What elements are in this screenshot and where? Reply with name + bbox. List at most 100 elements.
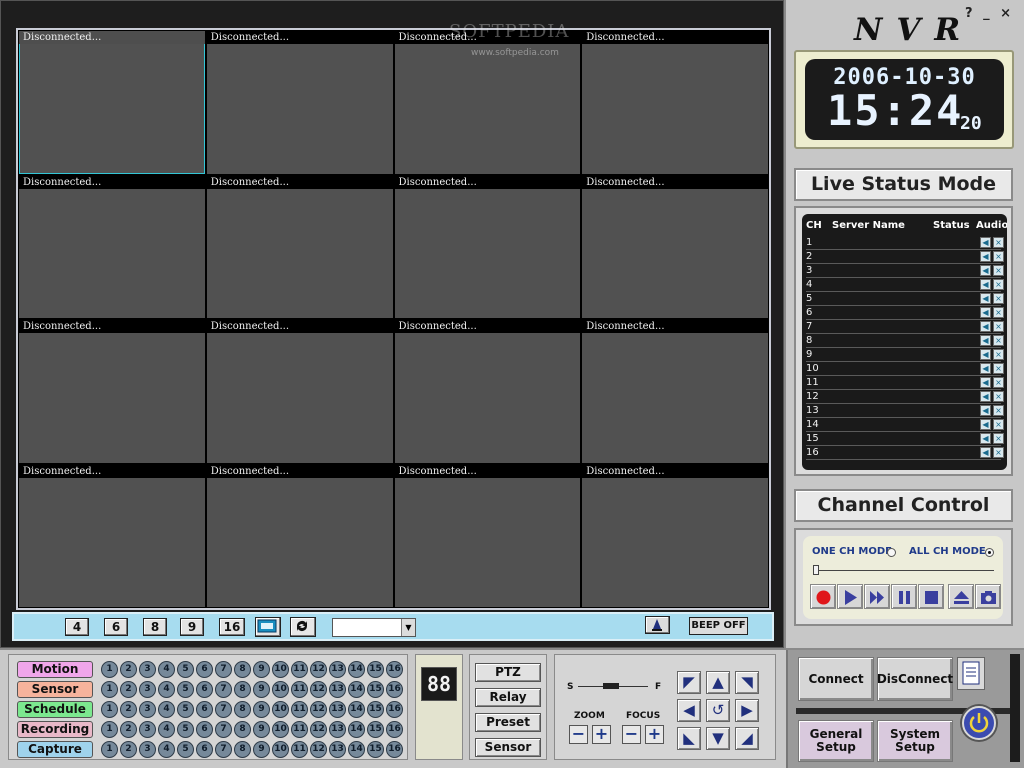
pan-left-button[interactable]: ◀ — [677, 699, 701, 722]
speaker-icon[interactable]: ◀ — [980, 419, 991, 430]
channel-indicator[interactable]: 3 — [139, 681, 156, 698]
pan-up-button[interactable]: ▲ — [706, 671, 730, 694]
channel-indicator[interactable]: 12 — [310, 741, 327, 758]
channel-indicator[interactable]: 1 — [101, 721, 118, 738]
channel-indicator[interactable]: 10 — [272, 661, 289, 678]
focus-near-button[interactable]: − — [622, 725, 641, 744]
channel-indicator[interactable]: 6 — [196, 701, 213, 718]
cycle-button[interactable] — [290, 617, 316, 637]
channel-indicator[interactable]: 8 — [234, 661, 251, 678]
channel-indicator[interactable]: 4 — [158, 701, 175, 718]
channel-indicator[interactable]: 13 — [329, 661, 346, 678]
speaker-icon[interactable]: ◀ — [980, 335, 991, 346]
channel-indicator[interactable]: 8 — [234, 681, 251, 698]
channel-indicator[interactable]: 14 — [348, 681, 365, 698]
split-16-button[interactable]: 16 — [219, 618, 245, 636]
status-row[interactable]: 11 ◀ × — [806, 376, 1004, 390]
video-channel-cell[interactable]: Disconnected... — [582, 464, 768, 607]
channel-indicator[interactable]: 3 — [139, 721, 156, 738]
pan-home-button[interactable]: ↺ — [706, 699, 730, 722]
video-channel-cell[interactable]: Disconnected... — [19, 320, 205, 463]
record-category-recording-button[interactable]: Recording — [17, 721, 93, 738]
channel-indicator[interactable]: 11 — [291, 741, 308, 758]
relay-button[interactable]: Relay — [475, 688, 541, 707]
mute-icon[interactable]: × — [993, 265, 1004, 276]
channel-indicator[interactable]: 16 — [386, 721, 403, 738]
channel-indicator[interactable]: 7 — [215, 661, 232, 678]
video-channel-cell[interactable]: Disconnected... — [206, 320, 393, 463]
status-row[interactable]: 9 ◀ × — [806, 348, 1004, 362]
video-channel-cell[interactable]: Disconnected... — [582, 320, 768, 463]
channel-indicator[interactable]: 7 — [215, 701, 232, 718]
ptz-speed-handle[interactable] — [603, 683, 619, 689]
mute-icon[interactable]: × — [993, 405, 1004, 416]
speaker-icon[interactable]: ◀ — [980, 363, 991, 374]
channel-indicator[interactable]: 14 — [348, 721, 365, 738]
channel-indicator[interactable]: 15 — [367, 661, 384, 678]
channel-indicator[interactable]: 12 — [310, 721, 327, 738]
mute-icon[interactable]: × — [993, 307, 1004, 318]
video-channel-cell[interactable]: Disconnected... — [206, 31, 393, 174]
video-channel-cell[interactable]: Disconnected... — [206, 175, 393, 318]
zoom-out-button[interactable]: − — [569, 725, 588, 744]
preset-button[interactable]: Preset — [475, 713, 541, 732]
channel-indicator[interactable]: 4 — [158, 681, 175, 698]
mute-icon[interactable]: × — [993, 391, 1004, 402]
mute-icon[interactable]: × — [993, 251, 1004, 262]
playback-slider-handle[interactable] — [813, 565, 819, 575]
channel-indicator[interactable]: 1 — [101, 681, 118, 698]
channel-indicator[interactable]: 15 — [367, 701, 384, 718]
video-channel-cell[interactable]: Disconnected... — [394, 31, 581, 174]
status-row[interactable]: 8 ◀ × — [806, 334, 1004, 348]
channel-indicator[interactable]: 5 — [177, 721, 194, 738]
status-row[interactable]: 10 ◀ × — [806, 362, 1004, 376]
channel-indicator[interactable]: 9 — [253, 701, 270, 718]
channel-indicator[interactable]: 9 — [253, 661, 270, 678]
channel-indicator[interactable]: 4 — [158, 661, 175, 678]
record-category-motion-button[interactable]: Motion — [17, 661, 93, 678]
video-channel-cell[interactable]: Disconnected... — [394, 320, 581, 463]
speaker-icon[interactable]: ◀ — [980, 405, 991, 416]
channel-select[interactable]: ▼ — [332, 618, 416, 637]
all-ch-mode-radio[interactable] — [985, 548, 994, 557]
mute-icon[interactable]: × — [993, 321, 1004, 332]
speaker-icon[interactable]: ◀ — [980, 237, 991, 248]
mute-icon[interactable]: × — [993, 377, 1004, 388]
status-row[interactable]: 12 ◀ × — [806, 390, 1004, 404]
channel-indicator[interactable]: 1 — [101, 741, 118, 758]
channel-indicator[interactable]: 16 — [386, 681, 403, 698]
channel-indicator[interactable]: 8 — [234, 701, 251, 718]
status-row[interactable]: 6 ◀ × — [806, 306, 1004, 320]
status-row[interactable]: 2 ◀ × — [806, 250, 1004, 264]
record-category-schedule-button[interactable]: Schedule — [17, 701, 93, 718]
stop-button[interactable] — [918, 584, 944, 609]
zoom-in-button[interactable]: + — [592, 725, 611, 744]
channel-indicator[interactable]: 9 — [253, 741, 270, 758]
mute-icon[interactable]: × — [993, 363, 1004, 374]
channel-indicator[interactable]: 3 — [139, 701, 156, 718]
pan-right-button[interactable]: ▶ — [735, 699, 759, 722]
channel-indicator[interactable]: 14 — [348, 741, 365, 758]
speaker-icon[interactable]: ◀ — [980, 293, 991, 304]
connect-button[interactable]: Connect — [798, 657, 874, 701]
ptz-button[interactable]: PTZ — [475, 663, 541, 682]
chevron-down-icon[interactable]: ▼ — [401, 619, 415, 636]
channel-indicator[interactable]: 7 — [215, 681, 232, 698]
pan-down-button[interactable]: ▼ — [706, 727, 730, 750]
speaker-icon[interactable]: ◀ — [980, 447, 991, 458]
status-row[interactable]: 16 ◀ × — [806, 446, 1004, 460]
channel-indicator[interactable]: 5 — [177, 741, 194, 758]
channel-indicator[interactable]: 2 — [120, 721, 137, 738]
channel-indicator[interactable]: 10 — [272, 681, 289, 698]
channel-indicator[interactable]: 11 — [291, 681, 308, 698]
channel-indicator[interactable]: 16 — [386, 661, 403, 678]
mute-icon[interactable]: × — [993, 433, 1004, 444]
status-row[interactable]: 14 ◀ × — [806, 418, 1004, 432]
speaker-icon[interactable]: ◀ — [980, 279, 991, 290]
status-row[interactable]: 13 ◀ × — [806, 404, 1004, 418]
playback-slider[interactable] — [814, 570, 994, 571]
status-row[interactable]: 4 ◀ × — [806, 278, 1004, 292]
mute-icon[interactable]: × — [993, 419, 1004, 430]
channel-indicator[interactable]: 2 — [120, 661, 137, 678]
status-row[interactable]: 15 ◀ × — [806, 432, 1004, 446]
